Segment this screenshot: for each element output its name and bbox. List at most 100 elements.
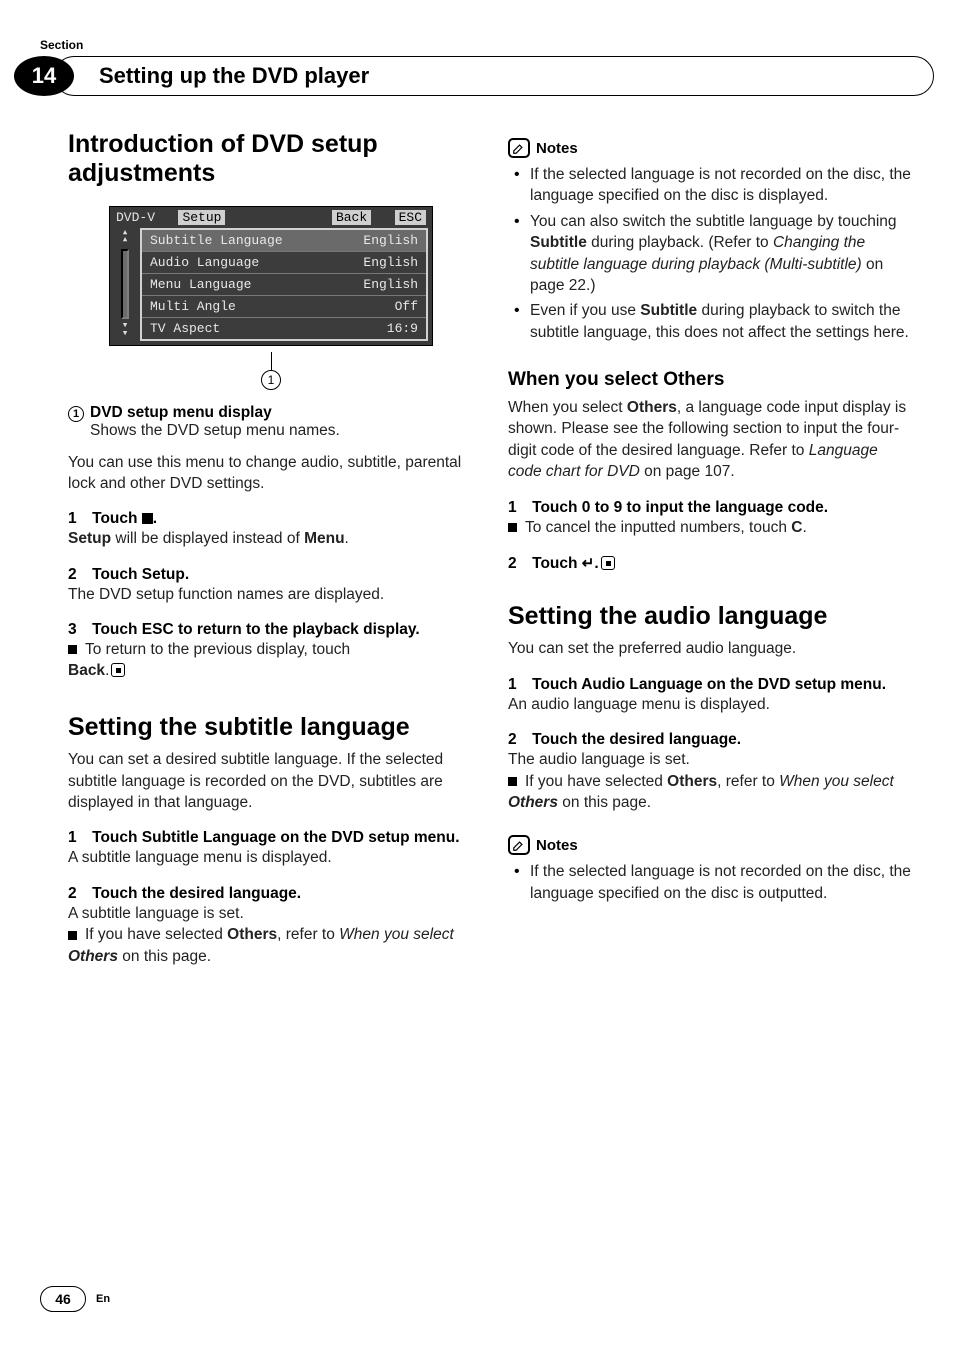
- as2-pre: If you have selected: [525, 773, 667, 790]
- dvd-top-back: Back: [332, 210, 371, 225]
- notes-list-2: If the selected language is not recorded…: [508, 861, 914, 904]
- dvd-scrollbar: ▴▴ ▾▾: [114, 228, 136, 341]
- chapter-title-wrap: Setting up the DVD player: [54, 56, 934, 96]
- caption-1-body: Shows the DVD setup menu names.: [68, 422, 474, 440]
- others-step-1-head: 1 Touch 0 to 9 to input the language cod…: [508, 499, 914, 517]
- step-3-head: 3 Touch ESC to return to the playback di…: [68, 621, 474, 639]
- step-1-head: 1 Touch .: [68, 510, 474, 528]
- ss2-post: on this page.: [118, 948, 211, 965]
- square-bullet-icon: [508, 523, 517, 532]
- ss2-mid: , refer to: [277, 926, 339, 943]
- page-footer: 46 En: [40, 1286, 110, 1312]
- callout-number: 1: [261, 370, 281, 390]
- step-1-pre: 1 Touch: [68, 510, 142, 527]
- note-3: Even if you use Subtitle during playback…: [508, 300, 914, 343]
- ss2-pre: If you have selected: [85, 926, 227, 943]
- page-number: 46: [40, 1286, 86, 1312]
- notes-heading-2: Notes: [508, 835, 914, 855]
- audio-step-1-body: An audio language menu is displayed.: [508, 694, 914, 715]
- dvd-menu-row: TV Aspect16:9: [142, 317, 426, 339]
- h2-others: Others: [663, 369, 724, 390]
- chapter-title: Setting up the DVD player: [99, 63, 369, 89]
- step-3-back: Back: [68, 662, 105, 679]
- as2-mid: , refer to: [717, 773, 779, 790]
- language-abbr: En: [96, 1293, 110, 1305]
- step-2-head: 2 Touch Setup.: [68, 566, 474, 584]
- step-1-post: .: [153, 510, 157, 527]
- ss2-others: Others: [227, 926, 277, 943]
- dvd-setup-screenshot: DVD-V Setup Back ESC ▴▴ ▾▾: [109, 206, 433, 346]
- end-mark-icon: [601, 556, 615, 570]
- caption-1-title: DVD setup menu display: [90, 404, 272, 421]
- ob-post: on page 107.: [640, 463, 735, 480]
- notes-label: Notes: [536, 140, 578, 157]
- stop-icon: [142, 513, 153, 524]
- notes-heading: Notes: [508, 138, 914, 158]
- notes-label-2: Notes: [536, 837, 578, 854]
- step-3-bullet: To return to the previous display, touch: [68, 639, 474, 660]
- step-3-back-line: Back.: [68, 660, 474, 681]
- dvd-top-source: DVD-V Setup: [116, 210, 225, 225]
- dvd-top-esc: ESC: [395, 210, 426, 225]
- chevron-up-icon: ▴▴: [122, 230, 129, 245]
- enter-arrow-icon: ↵: [582, 554, 595, 572]
- dvd-menu-row: Multi AngleOff: [142, 295, 426, 317]
- step-1-setup: Setup: [68, 530, 111, 547]
- os2-pre: 2 Touch: [508, 555, 582, 572]
- dvd-menu-rows: Subtitle LanguageEnglishAudio LanguageEn…: [140, 228, 428, 341]
- chevron-down-icon: ▾▾: [122, 323, 129, 338]
- note-4: If the selected language is not recorded…: [508, 861, 914, 904]
- os1-pre: To cancel the inputted numbers, touch: [525, 519, 791, 536]
- intro-body-text: You can use this menu to change audio, s…: [68, 452, 474, 495]
- pencil-note-icon: [508, 138, 530, 158]
- step-1-menu: Menu: [304, 530, 344, 547]
- sub-step-1-head: 1 Touch Subtitle Language on the DVD set…: [68, 829, 474, 847]
- dvd-menu-row: Menu LanguageEnglish: [142, 273, 426, 295]
- caption-1: 1 DVD setup menu display: [68, 404, 474, 422]
- heading-when-others: When you select Others: [508, 369, 914, 391]
- sub-step-2-body: A subtitle language is set.: [68, 903, 474, 924]
- step-1-body: Setup will be displayed instead of Menu.: [68, 528, 474, 549]
- ss2-ital: When you select: [339, 926, 454, 943]
- n2-pre: You can also switch the subtitle languag…: [530, 213, 897, 230]
- audio-step-2-head: 2 Touch the desired language.: [508, 731, 914, 749]
- as2-others2: Others: [508, 794, 558, 811]
- heading-audio-language: Setting the audio language: [508, 603, 914, 631]
- heading-intro: Introduction of DVD setup adjustments: [68, 130, 474, 188]
- dvd-top-tab: Setup: [178, 210, 225, 225]
- sub-step-1-body: A subtitle language menu is displayed.: [68, 847, 474, 868]
- audio-intro: You can set the preferred audio language…: [508, 638, 914, 659]
- audio-step-2-body: The audio language is set.: [508, 749, 914, 770]
- heading-subtitle-language: Setting the subtitle language: [68, 714, 474, 742]
- sub-step-2-bullet: If you have selected Others, refer to Wh…: [68, 924, 474, 967]
- others-step-2-head: 2 Touch ↵.: [508, 554, 914, 573]
- as2-others: Others: [667, 773, 717, 790]
- square-bullet-icon: [68, 645, 77, 654]
- os1-c: C: [791, 519, 802, 536]
- chapter-header: 14 Setting up the DVD player: [14, 56, 934, 96]
- ob-others: Others: [627, 399, 677, 416]
- note-1: If the selected language is not recorded…: [508, 164, 914, 207]
- os2-post: .: [594, 555, 598, 572]
- n3-sub: Subtitle: [640, 302, 697, 319]
- ob-pre: When you select: [508, 399, 627, 416]
- others-body: When you select Others, a language code …: [508, 397, 914, 483]
- dvd-top-right: Back ESC: [332, 210, 426, 225]
- as2-ital: When you select: [779, 773, 894, 790]
- h2-pre: When you select: [508, 369, 663, 390]
- square-bullet-icon: [68, 931, 77, 940]
- step-1-mid: will be displayed instead of: [111, 530, 304, 547]
- subtitle-intro: You can set a desired subtitle language.…: [68, 749, 474, 813]
- chapter-number: 14: [14, 56, 74, 96]
- notes-list-1: If the selected language is not recorded…: [508, 164, 914, 343]
- step-3-bullet-text: To return to the previous display, touch: [85, 641, 350, 658]
- circled-one-icon: 1: [68, 406, 84, 422]
- n2-sub: Subtitle: [530, 234, 587, 251]
- audio-step-2-bullet: If you have selected Others, refer to Wh…: [508, 771, 914, 814]
- n2-mid: during playback. (Refer to: [587, 234, 773, 251]
- n3-pre: Even if you use: [530, 302, 640, 319]
- step-2-body: The DVD setup function names are display…: [68, 584, 474, 605]
- square-bullet-icon: [508, 777, 517, 786]
- section-label: Section: [40, 38, 83, 52]
- callout: 1: [109, 352, 433, 390]
